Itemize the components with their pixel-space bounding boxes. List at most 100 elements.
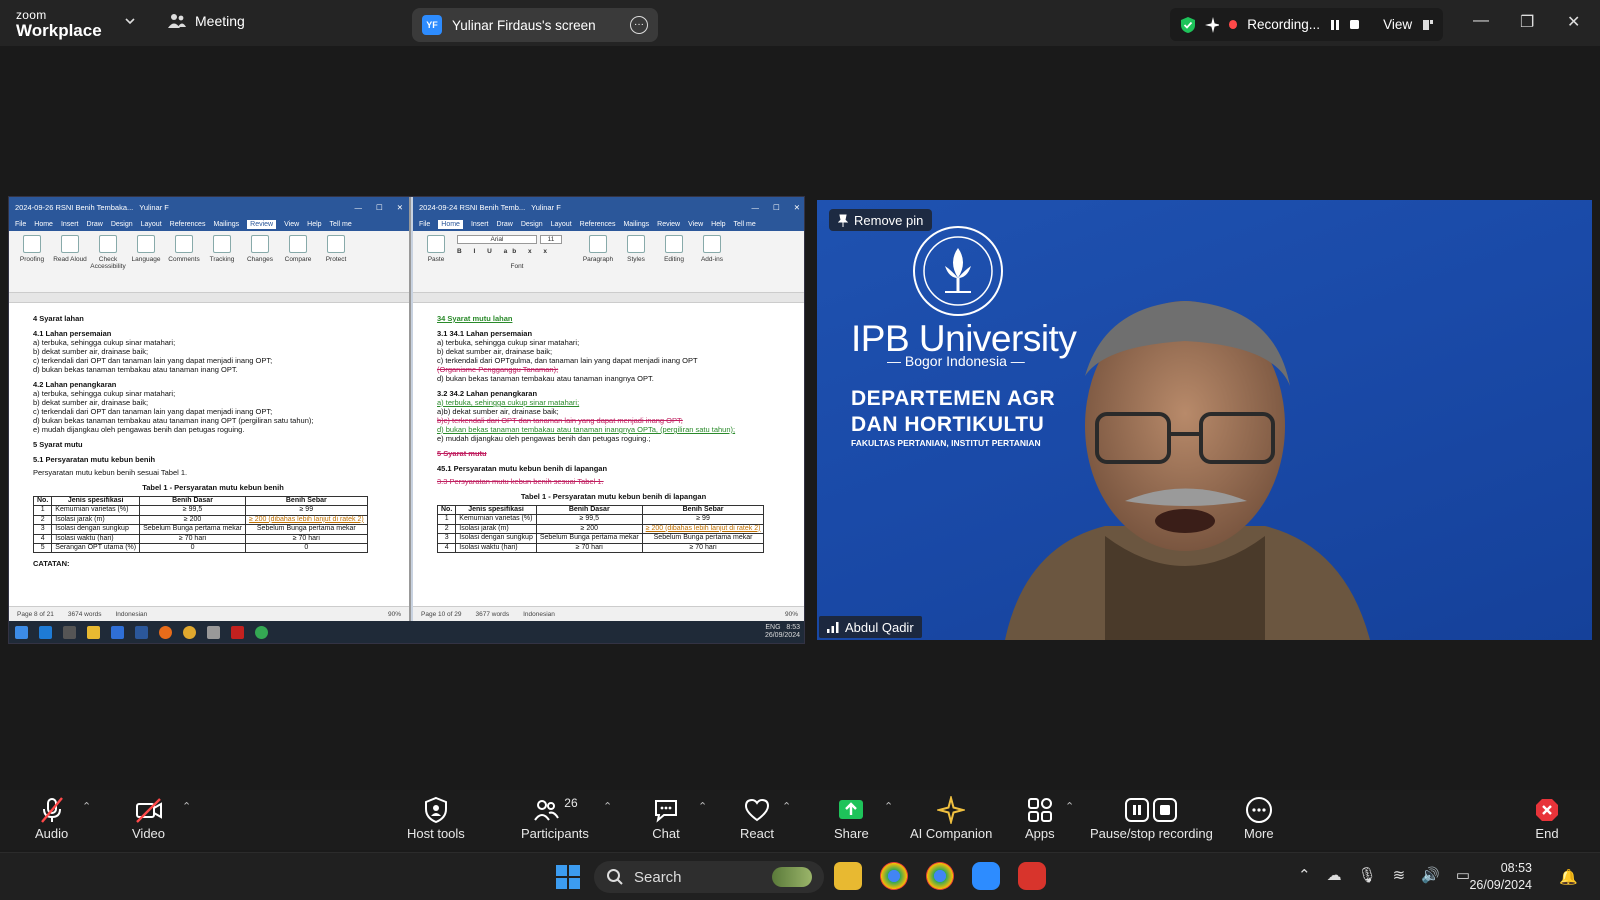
chat-caret-icon[interactable]: ⌃ <box>698 800 707 813</box>
more-button[interactable]: More <box>1244 796 1274 841</box>
read-aloud-icon <box>61 235 79 253</box>
windows-start-icon[interactable] <box>555 864 581 890</box>
word-ribbon: Proofing Read Aloud Check Accessibility … <box>9 231 409 293</box>
participants-label: Participants <box>521 826 589 841</box>
heart-icon <box>744 798 769 822</box>
windows-taskbar: Search ⌃ ☁ 🎙 ≋ 🔊 ▭ 08:53 26/09/2024 🔔 <box>0 852 1600 900</box>
doc-line: b) dekat sumber air, drainase baik; <box>33 398 149 407</box>
view-button[interactable]: View <box>1383 17 1412 32</box>
table-row: 4 Isolasi waktu (hari) ≥ 70 hari ≥ 70 hari <box>436 542 765 553</box>
doc-heading: 5.1 Persyaratan mutu kebun benih <box>33 455 156 464</box>
more-icon <box>1245 797 1272 823</box>
chat-icon <box>655 800 677 823</box>
chrome-icon[interactable] <box>880 862 908 890</box>
video-button[interactable]: Video <box>132 796 165 841</box>
ai-sparkle-icon[interactable] <box>1204 16 1220 33</box>
ai-sparkle-icon <box>937 796 966 824</box>
battery-icon: ▭ <box>1455 867 1471 884</box>
react-caret-icon[interactable]: ⌃ <box>782 800 791 813</box>
audio-caret-icon[interactable]: ⌃ <box>82 800 91 813</box>
doc-heading: 3.2 34.2 Lahan penangkaran <box>437 389 538 398</box>
participant-video[interactable]: IPB University — Bogor Indonesia — DEPAR… <box>817 200 1592 640</box>
word-icon <box>135 625 148 639</box>
doc-title: 2024-09-26 RSNI Benih Tembaka... <box>15 202 134 212</box>
remove-pin-button[interactable]: Remove pin <box>829 209 933 231</box>
more-options-icon[interactable]: ··· <box>630 16 648 34</box>
word-tab: Draw <box>496 220 513 228</box>
share-caret-icon[interactable]: ⌃ <box>884 800 893 813</box>
system-tray[interactable]: ⌃ ☁ 🎙 ≋ 🔊 ▭ <box>1298 866 1470 884</box>
view-grid-icon <box>1423 19 1434 30</box>
ribbon-button: Changes <box>243 235 277 288</box>
screen-share-pill[interactable]: YF Yulinar Firdaus's screen ··· <box>412 8 658 42</box>
share-pill-label: Yulinar Firdaus's screen <box>452 17 596 33</box>
font-name-box: Arial <box>457 235 537 244</box>
file-explorer-icon[interactable] <box>834 862 862 890</box>
pause-icon[interactable] <box>1330 19 1340 31</box>
chrome-icon <box>183 625 196 639</box>
tray-chevron-icon: ⌃ <box>1298 867 1311 884</box>
shield-check-icon[interactable] <box>1180 16 1195 34</box>
table-caption: Tabel 1 - Persyaratan mutu kebun benih d… <box>520 492 707 501</box>
react-button[interactable]: React <box>740 796 774 841</box>
word-tab-active: Review <box>247 219 277 229</box>
chat-button[interactable]: Chat <box>652 796 680 841</box>
word-tabs: File Home Insert Draw Design Layout Refe… <box>413 217 804 231</box>
participants-button[interactable]: 26 Participants <box>521 796 589 841</box>
taskbar-search[interactable]: Search <box>594 861 824 893</box>
stop-icon[interactable] <box>1349 19 1360 30</box>
share-button[interactable]: Share <box>834 796 869 841</box>
onedrive-icon: ☁ <box>1326 867 1342 884</box>
participants-icon <box>534 800 560 821</box>
table-row: 2 Isolasi jarak (m) ≥ 200 ≥ 200 (dibahas le… <box>436 523 765 535</box>
chevron-down-icon[interactable] <box>124 15 136 27</box>
pdf-icon <box>231 625 244 639</box>
pause-label: Pause/stop recording <box>1090 826 1213 841</box>
ribbon-button: Styles <box>619 235 653 288</box>
language-icon <box>137 235 155 253</box>
end-button[interactable]: End <box>1533 796 1561 841</box>
doc-line: a)b) dekat sumber air, drainase baik; <box>437 407 559 416</box>
word-tab: Tell me <box>329 220 352 228</box>
close-icon[interactable]: ✕ <box>1567 12 1580 32</box>
word-tab: Help <box>711 220 726 228</box>
zoom-app-icon[interactable] <box>972 862 1000 890</box>
word-window-right: 2024-09-24 RSNI Benih Temb... Yulinar F … <box>413 197 804 622</box>
chrome-profile-icon[interactable] <box>926 862 954 890</box>
pause-recording-button[interactable]: Pause/stop recording <box>1090 796 1213 841</box>
doc-heading: 45.1 Persyaratan mutu kebun benih di lap… <box>437 464 608 473</box>
recording-app-icon[interactable] <box>1018 862 1046 890</box>
word-tabs: File Home Insert Draw Design Layout Refe… <box>9 217 409 231</box>
word-tab: Insert <box>60 220 79 228</box>
search-highlight-icon <box>772 867 812 887</box>
word-tab: Design <box>520 220 543 228</box>
spec-table: No. Jenis spesifikasi Benih Dasar Benih Seb… <box>436 504 765 553</box>
video-caret-icon[interactable]: ⌃ <box>182 800 191 813</box>
windows-start-icon <box>15 625 28 639</box>
remove-pin-label: Remove pin <box>854 212 924 228</box>
word-tab: Review <box>657 220 681 228</box>
minimize-icon[interactable]: — <box>1473 12 1489 30</box>
word-tab: View <box>688 220 704 228</box>
notification-bell-icon[interactable]: 🔔 <box>1559 868 1578 886</box>
doc-note: CATATAN: <box>33 559 70 569</box>
ribbon-button: Paragraph <box>581 235 615 288</box>
participants-caret-icon[interactable]: ⌃ <box>603 800 612 813</box>
doc-user: Yulinar F <box>531 202 561 212</box>
word-tab: Mailings <box>213 220 240 228</box>
word-tab: References <box>579 220 616 228</box>
word-caption-buttons: — ☐ ✕ <box>751 202 800 212</box>
taskbar-clock[interactable]: 08:53 26/09/2024 <box>1469 860 1532 894</box>
apps-button[interactable]: Apps <box>1025 796 1055 841</box>
apps-caret-icon[interactable]: ⌃ <box>1065 800 1074 813</box>
search-label: Search <box>634 868 682 886</box>
host-tools-button[interactable]: Host tools <box>407 796 465 841</box>
ai-companion-button[interactable]: AI Companion <box>910 796 992 841</box>
meeting-info-button[interactable]: Meeting <box>168 13 245 29</box>
doc-heading: 4 Syarat lahan <box>33 314 84 323</box>
restore-icon[interactable]: ❐ <box>1520 12 1534 32</box>
word-title-bar: 2024-09-24 RSNI Benih Temb... Yulinar F … <box>413 197 804 217</box>
audio-button[interactable]: Audio <box>35 796 68 841</box>
ribbon-button: Compare <box>281 235 315 288</box>
word-status-bar: Page 10 of 29 3677 words Indonesian 90% <box>413 606 804 622</box>
